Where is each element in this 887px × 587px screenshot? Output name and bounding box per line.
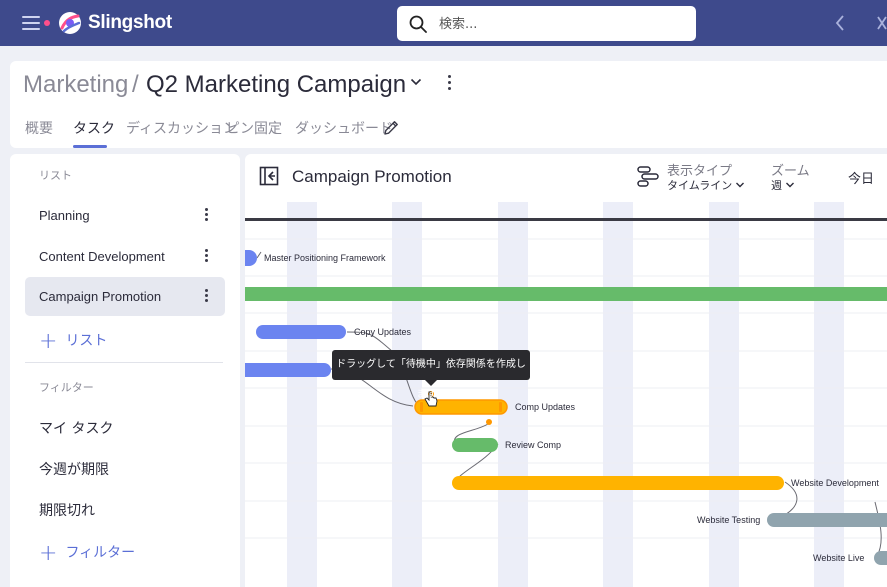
- more-options-icon[interactable]: [203, 207, 211, 223]
- gantt-label-master-positioning-framework: Master Positioning Framework: [264, 253, 386, 263]
- list-title: Campaign Promotion: [292, 167, 452, 186]
- filter-overdue[interactable]: 期限切れ: [39, 500, 95, 520]
- active-tab-indicator: [73, 145, 107, 148]
- zoom-dropdown[interactable]: 週: [771, 177, 795, 193]
- gantt-bar-master-positioning-framework[interactable]: [245, 250, 257, 266]
- view-type-dropdown[interactable]: タイムライン: [667, 177, 745, 193]
- resize-handle-right[interactable]: [499, 402, 502, 412]
- breadcrumb-separator: /: [132, 71, 139, 98]
- chevron-down-icon: [786, 182, 794, 188]
- zoom-value: 週: [771, 179, 782, 192]
- more-options-icon[interactable]: [446, 74, 454, 92]
- search-input[interactable]: [439, 14, 679, 34]
- hamburger-menu-icon[interactable]: [22, 15, 40, 31]
- sidebar: リスト Planning Content Development Campaig…: [10, 154, 240, 587]
- more-options-icon[interactable]: [203, 288, 211, 304]
- gantt-label-website-testing: Website Testing: [697, 515, 760, 525]
- tab-pinned[interactable]: ピン固定: [226, 118, 282, 138]
- collapse-sidebar-icon[interactable]: [259, 166, 279, 186]
- notification-dot: [44, 20, 50, 26]
- gantt-label-website-live: Website Live: [813, 553, 864, 563]
- gantt-bar-review-comp[interactable]: [452, 438, 498, 452]
- dependency-handle[interactable]: [486, 419, 492, 425]
- search-icon: [409, 15, 427, 33]
- pencil-icon[interactable]: [382, 119, 400, 137]
- filter-my-tasks[interactable]: マイ タスク: [39, 418, 113, 438]
- search-box[interactable]: [397, 6, 696, 41]
- sidebar-divider: [25, 362, 223, 363]
- add-list-button[interactable]: + リスト: [39, 329, 108, 354]
- tab-tasks[interactable]: タスク: [73, 118, 115, 138]
- slingshot-logo-icon: [59, 12, 81, 34]
- sidebar-item-content-development[interactable]: Content Development: [25, 237, 225, 276]
- gantt-chart: Master Positioning Framework Copy Update…: [245, 202, 887, 587]
- sidebar-item-label: Planning: [39, 208, 90, 223]
- gantt-bar-website-live[interactable]: [874, 551, 887, 565]
- gantt-bar-website-development[interactable]: [452, 476, 784, 490]
- gantt-label-website-development: Website Development: [791, 478, 879, 488]
- gantt-label-copy-updates: Copy Updates: [354, 327, 412, 337]
- gantt-label-review-comp: Review Comp: [505, 440, 561, 450]
- sidebar-item-planning[interactable]: Planning: [25, 196, 225, 235]
- drag-tooltip: ドラッグして「待機中」依存関係を作成します。: [332, 350, 530, 400]
- chevron-down-icon: [736, 182, 745, 188]
- page-title: Q2 Marketing Campaign: [146, 71, 407, 98]
- project-header: Marketing / Q2 Marketing Campaign 概要 タスク…: [10, 61, 887, 148]
- sidebar-item-label: Campaign Promotion: [39, 289, 162, 304]
- row-gridlines: [245, 238, 887, 539]
- top-bar: Slingshot: [0, 0, 887, 46]
- timeline-top-divider: [245, 218, 887, 221]
- chevron-down-icon[interactable]: [410, 77, 422, 87]
- add-filter-button[interactable]: + フィルター: [39, 541, 136, 566]
- tab-dashboard[interactable]: ダッシュボード: [295, 118, 393, 138]
- chevron-left-icon[interactable]: [834, 14, 846, 32]
- filter-due-this-week[interactable]: 今週が期限: [39, 459, 109, 479]
- plus-icon: +: [39, 541, 58, 566]
- tooltip-arrow: [425, 380, 437, 386]
- sidebar-item-label: Content Development: [39, 249, 165, 264]
- timeline-panel: Campaign Promotion 表示タイプ タイムライン ズーム 週 今日: [245, 154, 887, 587]
- view-type-value: タイムライン: [667, 179, 733, 192]
- gantt-label-comp-updates: Comp Updates: [515, 402, 576, 412]
- add-list-label: リスト: [65, 333, 108, 349]
- breadcrumb-parent[interactable]: Marketing: [23, 71, 128, 99]
- sidebar-item-campaign-promotion[interactable]: Campaign Promotion: [25, 277, 225, 316]
- tab-discussion[interactable]: ディスカッション: [126, 118, 237, 138]
- gantt-bar-blue-task[interactable]: [245, 363, 331, 377]
- today-button[interactable]: 今日: [848, 168, 874, 187]
- gantt-bar-summary[interactable]: [245, 287, 887, 301]
- plus-icon: +: [39, 329, 58, 354]
- filters-section-label: フィルター: [39, 381, 94, 394]
- gantt-bar-copy-updates[interactable]: [256, 325, 346, 339]
- more-options-icon[interactable]: [203, 248, 211, 264]
- app-name: Slingshot: [88, 12, 172, 33]
- lists-section-label: リスト: [39, 169, 72, 182]
- tab-overview[interactable]: 概要: [25, 118, 53, 138]
- add-filter-label: フィルター: [65, 545, 136, 561]
- timeline-view-icon: [637, 166, 659, 187]
- close-icon[interactable]: [876, 14, 887, 32]
- gantt-bar-website-testing[interactable]: [767, 513, 887, 527]
